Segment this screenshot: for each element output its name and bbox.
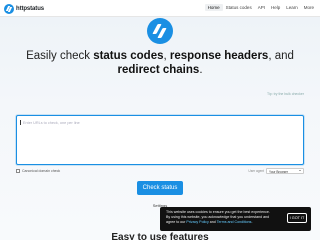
terms-link[interactable]: Terms and Conditions [217,220,252,224]
user-agent-select[interactable]: Your Browser [266,167,304,174]
privacy-policy-link[interactable]: Privacy Policy [186,220,208,224]
hint-link[interactable]: Tip: try the bulk checker [267,92,304,96]
chevron-down-icon [299,170,301,171]
brand-name: httpstatus [16,5,44,12]
nav-item-learn[interactable]: Learn [283,4,301,11]
nav-item-home[interactable]: Home [204,4,223,11]
canonical-checkbox[interactable] [16,169,20,173]
nav-item-api[interactable]: API [255,4,268,11]
nav-menu: Home Status codes API Help Learn More [204,4,317,11]
cookie-accept-button[interactable]: I GOT IT [287,213,307,223]
user-agent-label: User agent [248,169,264,173]
tagline-status-codes: status codes [93,50,164,62]
nav-item-help[interactable]: Help [268,4,283,11]
features-title: Easy to use features [111,232,209,240]
hero-logo-icon [147,18,173,44]
nav-item-status-codes[interactable]: Status codes [223,4,255,11]
user-agent-value: Your Browser [269,169,289,174]
tagline: Easily check status codes, response head… [26,50,294,76]
brand[interactable]: httpstatus [4,3,44,14]
urls-placeholder: Enter URLs to check, one per line [23,121,80,125]
check-status-button[interactable]: Check status [137,181,183,195]
tagline-response-headers: response headers [169,50,269,62]
urls-textarea[interactable]: Enter URLs to check, one per line [16,115,304,165]
cookie-text: This website uses cookies to ensure you … [166,210,270,224]
canonical-checkbox-label[interactable]: Canonical domain check [22,169,60,173]
tagline-redirect-chains: redirect chains [117,64,200,76]
cookie-banner: This website uses cookies to ensure you … [160,207,311,231]
text-cursor [20,120,21,125]
options-row: Canonical domain check User agent Your B… [16,167,304,176]
nav-item-more[interactable]: More [301,4,317,11]
top-navbar: httpstatus Home Status codes API Help Le… [0,0,320,17]
logo-icon [4,3,14,14]
